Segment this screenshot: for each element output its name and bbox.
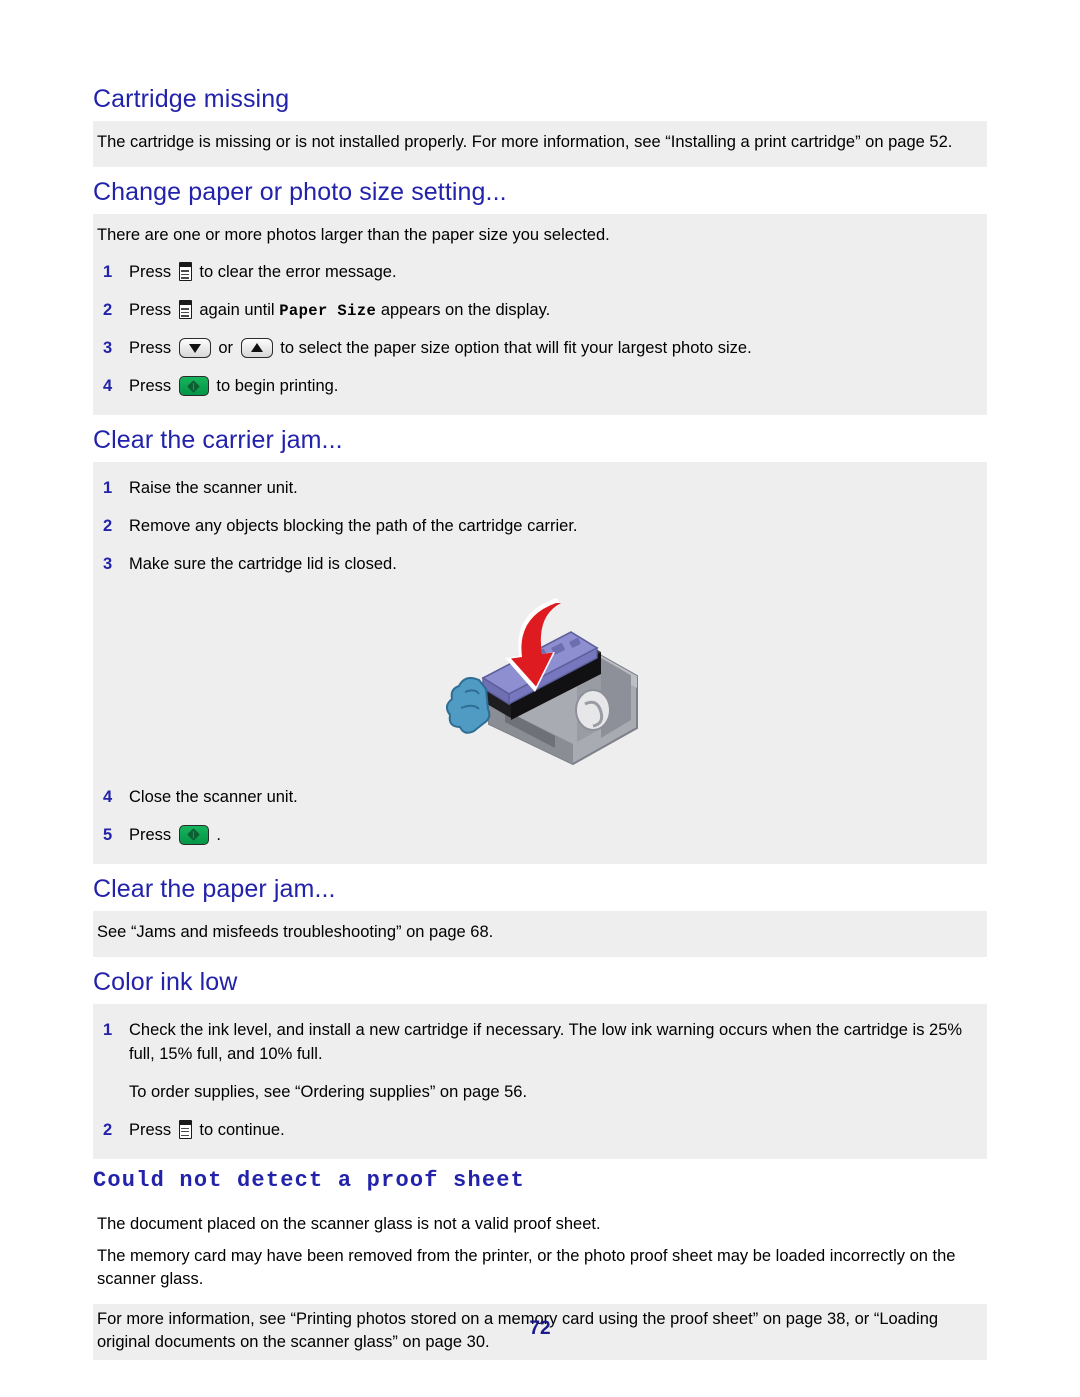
step-text-after: .: [216, 825, 221, 844]
step-text-after: to select the paper size option that wil…: [280, 339, 752, 358]
step-number: 1: [103, 479, 113, 498]
step-item: 2 Press again until Paper Size appears o…: [93, 292, 987, 330]
step-text-before: Press: [129, 301, 172, 320]
step-item: 3 Press or to select the paper size opti…: [93, 330, 987, 368]
step-text-after: to begin printing.: [216, 377, 339, 396]
step-number: 1: [103, 1020, 113, 1039]
page-content: Cartridge missing The cartridge is missi…: [93, 82, 987, 1360]
step-text-before: Press: [129, 1120, 172, 1139]
step-number: 4: [103, 788, 113, 807]
step-item: 1 Press to clear the error message.: [93, 254, 987, 292]
section-clear-paper-jam-body: See “Jams and misfeeds troubleshooting” …: [93, 911, 987, 957]
step-substep-text: To order supplies, see “Ordering supplie…: [129, 1082, 528, 1101]
step-item: 5 Press .: [93, 817, 987, 855]
menu-button-icon: [178, 1119, 192, 1139]
step-number: 2: [103, 301, 113, 320]
steps-color-ink-low: 1 Check the ink level, and install a new…: [93, 1010, 987, 1152]
step-number: 4: [103, 377, 113, 396]
step-item: 1 Raise the scanner unit.: [93, 470, 987, 508]
step-number: 3: [103, 555, 113, 574]
paragraph-cartridge-missing: The cartridge is missing or is not insta…: [97, 133, 953, 152]
step-number: 2: [103, 517, 113, 536]
step-text: Check the ink level, and install a new c…: [129, 1020, 963, 1063]
print-cartridge-install-illustration: [93, 586, 987, 777]
step-text-before: Press: [129, 263, 172, 282]
paragraph-proof-sheet-2: The memory card may have been removed fr…: [97, 1247, 956, 1289]
heading-cartridge-missing: Cartridge missing: [93, 85, 290, 113]
section-clear-carrier-jam-body: 1 Raise the scanner unit. 2 Remove any o…: [93, 462, 987, 864]
step-text-middle: or: [218, 339, 234, 358]
step-item: 4 Press to begin printing.: [93, 368, 987, 406]
heading-clear-the-paper-jam: Clear the paper jam...: [93, 874, 336, 903]
document-page: Cartridge missing The cartridge is missi…: [0, 0, 1080, 1397]
start-button-icon: [178, 376, 209, 397]
step-text: Make sure the cartridge lid is closed.: [129, 555, 397, 574]
heading-change-paper-or-photo-size-setting: Change paper or photo size setting...: [93, 177, 507, 206]
paragraph-clear-paper-jam: See “Jams and misfeeds troubleshooting” …: [97, 923, 494, 942]
step-text: Close the scanner unit.: [129, 788, 298, 807]
step-number: 1: [103, 263, 113, 282]
display-message-paper-size: Paper Size: [279, 302, 377, 321]
steps-clear-carrier-jam: 1 Raise the scanner unit. 2 Remove any o…: [93, 468, 987, 586]
menu-button-icon: [178, 300, 192, 320]
steps-change-paper-size: 1 Press to clear the error message. 2 Pr…: [93, 252, 987, 408]
arrow-up-button-icon: [240, 338, 273, 359]
step-text-after: to clear the error message.: [199, 263, 397, 282]
step-text: Raise the scanner unit.: [129, 479, 298, 498]
menu-button-icon: [178, 262, 192, 282]
heading-could-not-detect-a-proof-sheet: Could not detect a proof sheet: [93, 1167, 526, 1193]
step-text: Remove any objects blocking the path of …: [129, 517, 578, 536]
step-text-before: Press: [129, 377, 172, 396]
step-text-tail: appears on the display.: [380, 301, 551, 320]
arrow-down-button-icon: [178, 338, 211, 359]
page-number: 72: [529, 1318, 551, 1339]
section-cartridge-missing-body: The cartridge is missing or is not insta…: [93, 121, 987, 167]
step-item: 2 Remove any objects blocking the path o…: [93, 508, 987, 546]
step-item: 1 Check the ink level, and install a new…: [93, 1012, 987, 1112]
steps-clear-carrier-jam-cont: 4 Close the scanner unit. 5 Press .: [93, 777, 987, 857]
heading-color-ink-low: Color ink low: [93, 967, 238, 996]
step-text-before: Press: [129, 825, 172, 844]
section-color-ink-low-body: 1 Check the ink level, and install a new…: [93, 1003, 987, 1159]
step-item: 3 Make sure the cartridge lid is closed.: [93, 546, 987, 584]
step-number: 2: [103, 1120, 113, 1139]
step-text-after: again until: [199, 301, 275, 320]
section-change-paper-size-body: There are one or more photos larger than…: [93, 213, 987, 416]
step-text-after: to continue.: [199, 1120, 285, 1139]
step-item: 4 Close the scanner unit.: [93, 779, 987, 817]
start-button-icon: [178, 824, 209, 845]
section-proof-sheet-body-top: The document placed on the scanner glass…: [93, 1202, 987, 1304]
step-number: 3: [103, 339, 113, 358]
paragraph-proof-sheet-1: The document placed on the scanner glass…: [97, 1214, 601, 1233]
step-text-before: Press: [129, 339, 172, 358]
step-number: 5: [103, 825, 113, 844]
heading-clear-the-carrier-jam: Clear the carrier jam...: [93, 426, 343, 455]
paragraph-change-paper-size: There are one or more photos larger than…: [97, 225, 610, 244]
step-item: 2 Press to continue.: [93, 1112, 987, 1150]
